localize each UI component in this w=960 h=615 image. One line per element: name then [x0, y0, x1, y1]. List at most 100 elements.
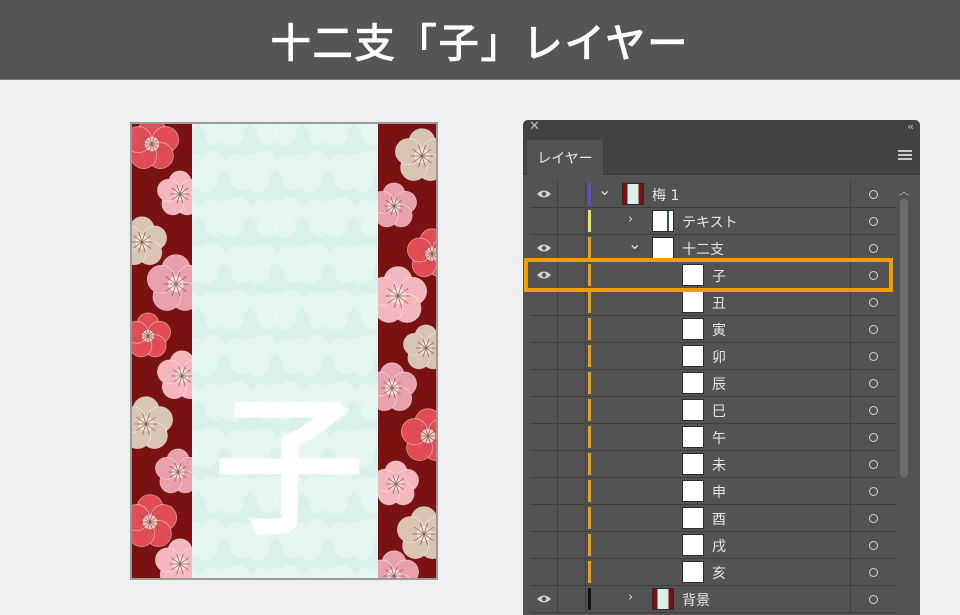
layer-name: 寅 [712, 323, 726, 339]
layer-color-bar [588, 345, 591, 367]
collapse-icon[interactable]: ‹‹ [907, 120, 914, 133]
layer-name: 背景 [682, 593, 710, 609]
layer-thumbnail [682, 399, 704, 421]
layer-color-bar [588, 264, 591, 286]
artwork-canvas: 子 [130, 122, 438, 580]
layer-row[interactable]: 子 [530, 262, 896, 289]
chevron-icon[interactable]: ⌄ [628, 234, 641, 253]
layer-row[interactable]: 丑 [530, 289, 896, 316]
layer-row[interactable]: 午 [530, 424, 896, 451]
scroll-up-icon[interactable]: ︿ [899, 183, 909, 198]
lock-toggle[interactable] [558, 586, 586, 612]
chevron-icon[interactable]: › [628, 590, 633, 605]
visibility-toggle[interactable] [530, 235, 558, 261]
lock-toggle[interactable] [558, 316, 586, 342]
target-toggle[interactable] [850, 235, 896, 261]
lock-toggle[interactable] [558, 370, 586, 396]
layer-name: 辰 [712, 377, 726, 393]
layer-row[interactable]: 卯 [530, 343, 896, 370]
visibility-toggle[interactable] [530, 289, 558, 315]
target-toggle[interactable] [850, 532, 896, 558]
layer-row[interactable]: 戌 [530, 532, 896, 559]
target-toggle[interactable] [850, 586, 896, 612]
lock-toggle[interactable] [558, 532, 586, 558]
target-toggle[interactable] [850, 424, 896, 450]
target-toggle[interactable] [850, 505, 896, 531]
visibility-toggle[interactable] [530, 424, 558, 450]
layer-color-bar [588, 507, 591, 529]
target-circle-icon [869, 243, 878, 253]
target-toggle[interactable] [850, 262, 896, 288]
layer-row[interactable]: ⌄ 十二支 [530, 234, 896, 262]
lock-toggle[interactable] [558, 451, 586, 477]
target-toggle[interactable] [850, 343, 896, 369]
target-circle-icon [869, 486, 878, 496]
lock-toggle[interactable] [558, 343, 586, 369]
layer-row[interactable]: 未 [530, 451, 896, 478]
target-toggle[interactable] [850, 397, 896, 423]
eye-icon [536, 190, 551, 198]
layer-thumbnail [652, 210, 674, 232]
layer-thumbnail [682, 507, 704, 529]
layer-row[interactable]: 酉 [530, 505, 896, 532]
visibility-toggle[interactable] [530, 532, 558, 558]
target-circle-icon [869, 270, 878, 280]
lock-toggle[interactable] [558, 505, 586, 531]
target-toggle[interactable] [850, 208, 896, 234]
layer-thumbnail [682, 264, 704, 286]
scrollbar[interactable]: ︿ [897, 181, 911, 615]
target-toggle[interactable] [850, 478, 896, 504]
layer-row[interactable]: 辰 [530, 370, 896, 397]
lock-toggle[interactable] [558, 397, 586, 423]
layer-row[interactable]: ⌄ 梅 1 [530, 180, 896, 208]
target-toggle[interactable] [850, 559, 896, 585]
lock-toggle[interactable] [558, 181, 586, 207]
target-toggle[interactable] [850, 370, 896, 396]
layer-name: 申 [712, 485, 726, 501]
layer-row[interactable]: 寅 [530, 316, 896, 343]
visibility-toggle[interactable] [530, 559, 558, 585]
layer-row[interactable]: 申 [530, 478, 896, 505]
layer-thumbnail [652, 588, 674, 610]
tab-layers[interactable]: レイヤー [527, 140, 603, 175]
visibility-toggle[interactable] [530, 478, 558, 504]
lock-toggle[interactable] [558, 559, 586, 585]
eye-icon [536, 244, 551, 252]
target-circle-icon [869, 405, 878, 415]
visibility-toggle[interactable] [530, 397, 558, 423]
close-icon[interactable]: ✕ [529, 120, 540, 134]
lock-toggle[interactable] [558, 289, 586, 315]
layer-row[interactable]: 巳 [530, 397, 896, 424]
chevron-icon[interactable]: › [628, 212, 633, 227]
lock-toggle[interactable] [558, 478, 586, 504]
visibility-toggle[interactable] [530, 262, 558, 288]
layer-row[interactable]: › テキスト [530, 208, 896, 235]
visibility-toggle[interactable] [530, 505, 558, 531]
lock-toggle[interactable] [558, 424, 586, 450]
layer-thumbnail [682, 453, 704, 475]
visibility-toggle[interactable] [530, 343, 558, 369]
target-toggle[interactable] [850, 316, 896, 342]
scroll-thumb[interactable] [900, 199, 908, 477]
visibility-toggle[interactable] [530, 316, 558, 342]
visibility-toggle[interactable] [530, 208, 558, 234]
lock-toggle[interactable] [558, 208, 586, 234]
layer-thumbnail [682, 534, 704, 556]
lock-toggle[interactable] [558, 262, 586, 288]
hamburger-menu-icon[interactable] [898, 150, 912, 160]
layer-color-bar [588, 480, 591, 502]
lock-toggle[interactable] [558, 235, 586, 261]
visibility-toggle[interactable] [530, 586, 558, 612]
visibility-toggle[interactable] [530, 451, 558, 477]
layer-name: 亥 [712, 566, 726, 582]
visibility-toggle[interactable] [530, 181, 558, 207]
visibility-toggle[interactable] [530, 370, 558, 396]
target-toggle[interactable] [850, 289, 896, 315]
target-toggle[interactable] [850, 451, 896, 477]
layer-name: 十二支 [682, 242, 724, 258]
layer-name: テキスト [682, 215, 738, 231]
chevron-icon[interactable]: ⌄ [598, 180, 611, 199]
layer-row[interactable]: 亥 [530, 559, 896, 586]
target-toggle[interactable] [850, 181, 896, 207]
layer-row[interactable]: › 背景 [530, 586, 896, 613]
